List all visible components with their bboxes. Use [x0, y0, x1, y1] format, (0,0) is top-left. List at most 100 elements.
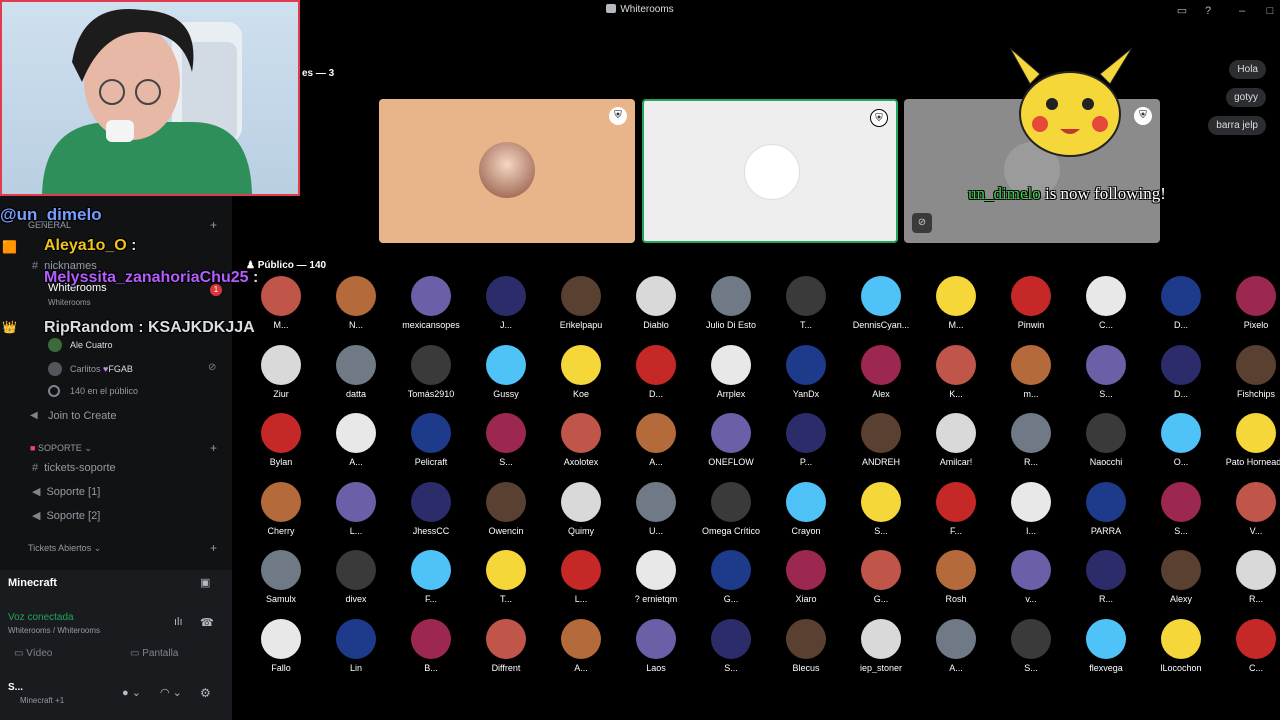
voice-location[interactable]: Whiterooms / Whiterooms: [8, 626, 100, 635]
voice-user-carlitos[interactable]: Carlitos ♥FGAB: [70, 364, 133, 374]
audience-avatar[interactable]: [711, 481, 751, 522]
audience-avatar[interactable]: [1086, 413, 1126, 453]
audience-avatar[interactable]: [486, 550, 526, 590]
audience-avatar[interactable]: [486, 276, 526, 316]
audience-avatar[interactable]: [411, 413, 451, 453]
channel-tickets-soporte[interactable]: # tickets-soporte: [32, 462, 116, 474]
audience-avatar[interactable]: [561, 550, 601, 590]
speaker-tile-speaking[interactable]: ⛨: [642, 99, 898, 243]
audience-avatar[interactable]: [336, 413, 376, 453]
audience-avatar[interactable]: [1236, 550, 1276, 590]
audience-avatar[interactable]: [1011, 481, 1051, 522]
maximize-button[interactable]: □: [1262, 3, 1278, 19]
audience-avatar[interactable]: [936, 481, 976, 522]
microphone-icon[interactable]: ● ⌄: [122, 686, 141, 699]
minimize-button[interactable]: –: [1234, 3, 1250, 19]
audience-avatar[interactable]: [561, 413, 601, 453]
voice-user-ale[interactable]: Ale Cuatro: [70, 340, 113, 350]
noise-suppression-icon[interactable]: ılı: [174, 616, 183, 628]
settings-gear-icon[interactable]: ⚙: [200, 686, 211, 700]
audience-avatar[interactable]: [786, 276, 826, 316]
audience-avatar[interactable]: [486, 481, 526, 522]
audience-avatar[interactable]: [261, 276, 301, 316]
audience-avatar[interactable]: [936, 344, 976, 385]
audience-avatar[interactable]: [936, 413, 976, 453]
audience-avatar[interactable]: [1236, 276, 1276, 316]
audience-avatar[interactable]: [711, 344, 751, 385]
audience-avatar[interactable]: [636, 413, 676, 453]
audience-avatar[interactable]: [561, 618, 601, 659]
join-to-create-channel[interactable]: Join to Create: [48, 410, 116, 422]
audience-avatar[interactable]: [1086, 618, 1126, 659]
inbox-icon[interactable]: ▭: [1174, 3, 1190, 19]
audience-avatar[interactable]: [561, 344, 601, 385]
audience-avatar[interactable]: [1236, 344, 1276, 385]
audience-avatar[interactable]: [261, 481, 301, 522]
audience-avatar[interactable]: [411, 481, 451, 522]
audience-avatar[interactable]: [936, 276, 976, 316]
audience-avatar[interactable]: [1086, 276, 1126, 316]
audience-avatar[interactable]: [1161, 550, 1201, 590]
audience-count[interactable]: 140 en el público: [70, 386, 138, 396]
audience-avatar[interactable]: [1236, 413, 1276, 453]
audience-avatar[interactable]: [411, 550, 451, 590]
audience-avatar[interactable]: [861, 344, 901, 385]
audience-avatar[interactable]: [486, 344, 526, 385]
audience-avatar[interactable]: [261, 344, 301, 385]
channel-soporte-1[interactable]: ◀ Soporte [1]: [32, 485, 100, 498]
audience-avatar[interactable]: [636, 481, 676, 522]
add-channel-icon[interactable]: +: [210, 541, 217, 555]
audience-avatar[interactable]: [711, 413, 751, 453]
audience-avatar[interactable]: [336, 550, 376, 590]
help-icon[interactable]: ?: [1200, 3, 1216, 19]
audience-avatar[interactable]: [1011, 550, 1051, 590]
audience-avatar[interactable]: [336, 276, 376, 316]
audience-avatar[interactable]: [486, 413, 526, 453]
channel-soporte-2[interactable]: ◀ Soporte [2]: [32, 509, 100, 522]
audience-avatar[interactable]: [336, 481, 376, 522]
audience-avatar[interactable]: [561, 481, 601, 522]
audience-avatar[interactable]: [1161, 344, 1201, 385]
activity-icon[interactable]: ▣: [200, 576, 210, 589]
audience-avatar[interactable]: [411, 618, 451, 659]
audience-avatar[interactable]: [1161, 413, 1201, 453]
audience-avatar[interactable]: [1161, 276, 1201, 316]
audience-avatar[interactable]: [636, 276, 676, 316]
audience-avatar[interactable]: [1086, 550, 1126, 590]
audience-avatar[interactable]: [1011, 413, 1051, 453]
audience-avatar[interactable]: [1011, 344, 1051, 385]
audience-avatar[interactable]: [861, 276, 901, 316]
audience-avatar[interactable]: [261, 413, 301, 453]
audience-avatar[interactable]: [786, 618, 826, 659]
audience-avatar[interactable]: [861, 413, 901, 453]
audience-avatar[interactable]: [261, 550, 301, 590]
audience-avatar[interactable]: [636, 550, 676, 590]
audience-avatar[interactable]: [336, 344, 376, 385]
audience-avatar[interactable]: [1161, 481, 1201, 522]
audience-avatar[interactable]: [1236, 618, 1276, 659]
add-channel-icon[interactable]: +: [210, 218, 217, 232]
audience-avatar[interactable]: [636, 344, 676, 385]
speaker-tile[interactable]: ⛨: [379, 99, 635, 243]
category-tickets[interactable]: Tickets Abiertos ⌄: [28, 543, 101, 554]
audience-avatar[interactable]: [861, 550, 901, 590]
audience-avatar[interactable]: [861, 481, 901, 522]
audience-avatar[interactable]: [936, 618, 976, 659]
audience-avatar[interactable]: [786, 550, 826, 590]
audience-avatar[interactable]: [1236, 481, 1276, 522]
audience-avatar[interactable]: [711, 550, 751, 590]
audience-avatar[interactable]: [711, 276, 751, 316]
audience-avatar[interactable]: [561, 276, 601, 316]
audience-avatar[interactable]: [411, 276, 451, 316]
audience-avatar[interactable]: [711, 618, 751, 659]
user-name[interactable]: S...: [8, 682, 23, 693]
audience-avatar[interactable]: [786, 481, 826, 522]
audience-avatar[interactable]: [336, 618, 376, 659]
audience-avatar[interactable]: [786, 413, 826, 453]
audience-avatar[interactable]: [411, 344, 451, 385]
audience-avatar[interactable]: [1011, 276, 1051, 316]
audience-avatar[interactable]: [636, 618, 676, 659]
add-channel-icon[interactable]: +: [210, 441, 217, 455]
audience-avatar[interactable]: [1011, 618, 1051, 659]
audience-avatar[interactable]: [486, 618, 526, 659]
